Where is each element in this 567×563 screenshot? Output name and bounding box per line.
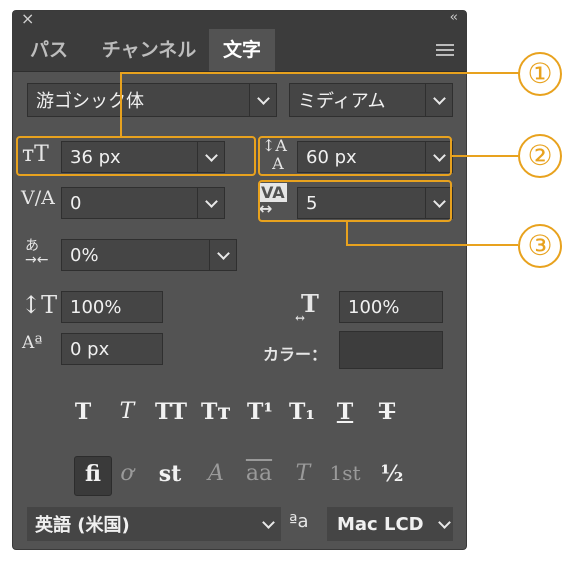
old-style-button[interactable]: st	[153, 461, 187, 487]
ligatures-button[interactable]: fi	[75, 461, 111, 487]
underline-button[interactable]: T	[331, 399, 359, 425]
character-panel: × ‹‹ パス チャンネル 文字 游ゴシック体 ミディアム ᴛT 36 px ↕…	[12, 9, 467, 550]
font-style-select[interactable]: ミディアム	[289, 83, 453, 117]
callout-line-1-vertical	[120, 72, 122, 136]
horizontal-scale-value: 100%	[348, 296, 400, 318]
horizontal-scale-icon: T ↔	[295, 289, 319, 325]
language-value: 英語 (米国)	[35, 515, 130, 536]
callout-line-2	[452, 155, 518, 157]
kerning-value: 0	[70, 192, 82, 214]
baseline-shift-field[interactable]: 0 px	[61, 333, 163, 365]
tsume-value: 0%	[70, 244, 99, 266]
close-icon[interactable]: ×	[21, 9, 34, 28]
anti-alias-dropdown[interactable]	[435, 507, 453, 541]
small-caps-button[interactable]: Tт	[199, 399, 233, 425]
callout-3: ③	[518, 224, 562, 268]
chevron-down-icon	[432, 91, 446, 105]
discretionary-ligatures-button[interactable]: ơ	[113, 461, 141, 486]
collapse-icon[interactable]: ‹‹	[450, 10, 459, 25]
titling-alternates-button[interactable]: T	[289, 461, 317, 486]
tsume-icon: あ →←	[25, 238, 49, 268]
tab-character[interactable]: 文字	[209, 29, 275, 71]
tab-channels[interactable]: チャンネル	[83, 29, 215, 71]
kerning-dropdown[interactable]	[197, 188, 224, 218]
kerning-field[interactable]: 0	[61, 187, 225, 219]
callout-box-tracking	[258, 180, 452, 222]
superscript-button[interactable]: T¹	[245, 399, 275, 425]
callout-1: ①	[518, 52, 562, 96]
tsume-dropdown[interactable]	[209, 240, 236, 270]
chevron-down-icon	[216, 246, 230, 260]
callout-box-leading	[258, 136, 452, 176]
panel-menu-icon[interactable]	[436, 44, 454, 56]
color-swatch[interactable]	[339, 331, 443, 369]
chevron-down-icon	[261, 515, 275, 529]
callout-line-3-horizontal	[346, 244, 518, 246]
language-dropdown[interactable]	[255, 507, 281, 541]
chevron-down-icon	[437, 515, 451, 529]
language-select[interactable]: 英語 (米国)	[27, 507, 281, 541]
chevron-down-icon	[256, 91, 270, 105]
vertical-scale-value: 100%	[70, 296, 122, 318]
all-caps-button[interactable]: TT	[153, 399, 189, 425]
swash-button[interactable]: A	[201, 461, 231, 486]
font-style-dropdown[interactable]	[425, 84, 452, 116]
faux-italic-button[interactable]: T	[113, 399, 141, 424]
baseline-shift-icon: Aª	[22, 333, 43, 353]
font-family-select[interactable]: 游ゴシック体	[27, 83, 277, 117]
tab-paths[interactable]: パス	[17, 29, 81, 71]
horizontal-scale-field[interactable]: 100%	[339, 291, 443, 323]
baseline-shift-value: 0 px	[70, 338, 110, 360]
chevron-down-icon	[204, 194, 218, 208]
font-family-value: 游ゴシック体	[36, 91, 144, 112]
vertical-scale-field[interactable]: 100%	[61, 291, 163, 323]
strikethrough-button[interactable]: T	[373, 399, 401, 425]
ordinals-button[interactable]: 1st	[325, 461, 365, 485]
callout-line-3-vertical	[346, 222, 348, 246]
anti-alias-value: Mac LCD	[337, 513, 424, 535]
tab-bar: パス チャンネル 文字	[13, 29, 466, 72]
callout-box-font-size	[16, 136, 256, 176]
anti-alias-icon: ªa	[289, 511, 309, 532]
panel-titlebar: × ‹‹	[13, 9, 466, 29]
stylistic-alternates-button[interactable]: aa	[241, 461, 277, 486]
color-label: カラー：	[263, 345, 328, 364]
subscript-button[interactable]: T₁	[287, 399, 317, 425]
faux-bold-button[interactable]: T	[69, 399, 97, 425]
font-style-value: ミディアム	[298, 91, 386, 112]
callout-2: ②	[518, 134, 562, 178]
font-family-dropdown[interactable]	[249, 84, 276, 116]
tsume-field[interactable]: 0%	[61, 239, 237, 271]
anti-alias-select[interactable]: Mac LCD	[327, 507, 453, 541]
vertical-scale-icon: ↕T	[21, 291, 58, 319]
kerning-icon: V/A	[21, 187, 55, 209]
fractions-button[interactable]: ½	[377, 461, 407, 487]
callout-line-1-horizontal	[120, 72, 520, 74]
